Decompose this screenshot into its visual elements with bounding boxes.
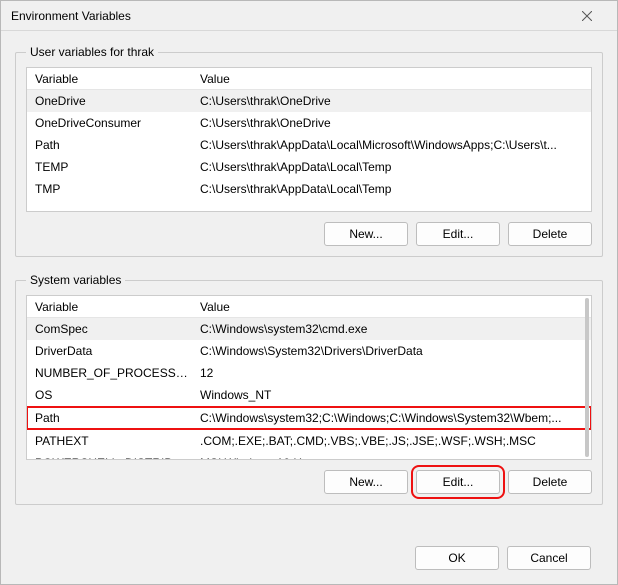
system-button-row: New... Edit... Delete	[26, 470, 592, 494]
titlebar: Environment Variables	[1, 1, 617, 31]
user-delete-button[interactable]: Delete	[508, 222, 592, 246]
close-icon	[582, 11, 592, 21]
cell-variable: Path	[31, 138, 196, 152]
table-row[interactable]: NUMBER_OF_PROCESSORS 12	[27, 362, 591, 384]
system-variables-group: System variables Variable Value ComSpec …	[15, 273, 603, 505]
cell-variable: NUMBER_OF_PROCESSORS	[31, 366, 196, 380]
user-new-button[interactable]: New...	[324, 222, 408, 246]
cell-variable: PATHEXT	[31, 434, 196, 448]
col-header-variable[interactable]: Variable	[31, 300, 196, 314]
user-variables-table[interactable]: Variable Value OneDrive C:\Users\thrak\O…	[26, 67, 592, 212]
table-row[interactable]: TMP C:\Users\thrak\AppData\Local\Temp	[27, 178, 591, 200]
cell-variable: OneDriveConsumer	[31, 116, 196, 130]
env-vars-window: Environment Variables User variables for…	[0, 0, 618, 585]
table-row[interactable]: TEMP C:\Users\thrak\AppData\Local\Temp	[27, 156, 591, 178]
table-row[interactable]: ComSpec C:\Windows\system32\cmd.exe	[27, 318, 591, 340]
close-button[interactable]	[567, 2, 607, 30]
table-header: Variable Value	[27, 68, 591, 90]
col-header-value[interactable]: Value	[196, 72, 587, 86]
table-header: Variable Value	[27, 296, 591, 318]
cancel-button[interactable]: Cancel	[507, 546, 591, 570]
cell-value: C:\Users\thrak\OneDrive	[196, 94, 587, 108]
cell-value: C:\Windows\system32;C:\Windows;C:\Window…	[196, 411, 587, 425]
table-row-path-highlighted[interactable]: Path C:\Windows\system32;C:\Windows;C:\W…	[26, 406, 592, 430]
table-row[interactable]: OS Windows_NT	[27, 384, 591, 406]
cell-value: C:\Windows\System32\Drivers\DriverData	[196, 344, 587, 358]
user-edit-button[interactable]: Edit...	[416, 222, 500, 246]
cell-value: MSI:Windows 10 Home	[196, 456, 587, 460]
cell-variable: OS	[31, 388, 196, 402]
cell-value: C:\Users\thrak\AppData\Local\Temp	[196, 160, 587, 174]
user-button-row: New... Edit... Delete	[26, 222, 592, 246]
col-header-value[interactable]: Value	[196, 300, 587, 314]
col-header-variable[interactable]: Variable	[31, 72, 196, 86]
cell-variable: ComSpec	[31, 322, 196, 336]
table-row[interactable]: OneDrive C:\Users\thrak\OneDrive	[27, 90, 591, 112]
table-row[interactable]: POWERSHELL_DISTRIBUTIO... MSI:Windows 10…	[27, 452, 591, 460]
table-row[interactable]: OneDriveConsumer C:\Users\thrak\OneDrive	[27, 112, 591, 134]
ok-button[interactable]: OK	[415, 546, 499, 570]
system-edit-button[interactable]: Edit...	[416, 470, 500, 494]
cell-value: .COM;.EXE;.BAT;.CMD;.VBS;.VBE;.JS;.JSE;.…	[196, 434, 587, 448]
cell-value: Windows_NT	[196, 388, 587, 402]
cell-variable: TMP	[31, 182, 196, 196]
content-area: User variables for thrak Variable Value …	[1, 31, 617, 540]
user-variables-legend: User variables for thrak	[26, 45, 158, 59]
cell-value: C:\Windows\system32\cmd.exe	[196, 322, 587, 336]
system-variables-legend: System variables	[26, 273, 125, 287]
cell-variable: Path	[31, 411, 196, 425]
dialog-footer: OK Cancel	[1, 540, 617, 584]
cell-variable: TEMP	[31, 160, 196, 174]
cell-value: C:\Users\thrak\OneDrive	[196, 116, 587, 130]
table-row[interactable]: DriverData C:\Windows\System32\Drivers\D…	[27, 340, 591, 362]
cell-value: C:\Users\thrak\AppData\Local\Microsoft\W…	[196, 138, 587, 152]
cell-variable: OneDrive	[31, 94, 196, 108]
system-new-button[interactable]: New...	[324, 470, 408, 494]
cell-variable: DriverData	[31, 344, 196, 358]
cell-variable: POWERSHELL_DISTRIBUTIO...	[31, 456, 196, 460]
cell-value: C:\Users\thrak\AppData\Local\Temp	[196, 182, 587, 196]
user-variables-group: User variables for thrak Variable Value …	[15, 45, 603, 257]
window-title: Environment Variables	[11, 9, 567, 23]
cell-value: 12	[196, 366, 587, 380]
system-variables-table[interactable]: Variable Value ComSpec C:\Windows\system…	[26, 295, 592, 460]
table-row[interactable]: PATHEXT .COM;.EXE;.BAT;.CMD;.VBS;.VBE;.J…	[27, 430, 591, 452]
table-row[interactable]: Path C:\Users\thrak\AppData\Local\Micros…	[27, 134, 591, 156]
system-delete-button[interactable]: Delete	[508, 470, 592, 494]
